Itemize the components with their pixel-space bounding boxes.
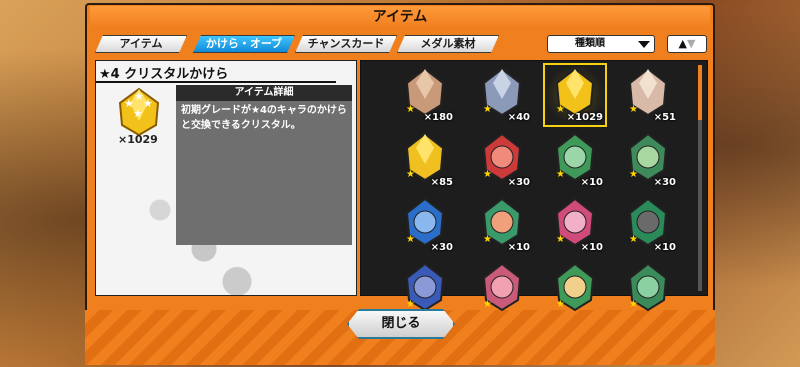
crystal-icon: ★: [405, 67, 445, 117]
item-count: ×10: [653, 242, 676, 253]
item-cell-shard-usopp[interactable]: ★ ×30: [618, 130, 678, 190]
character-shard-icon: ★: [555, 262, 595, 312]
item-count: ×30: [507, 177, 530, 188]
svg-text:★: ★: [406, 234, 415, 245]
item-cell-crystal-bronze[interactable]: ★ ×180: [395, 65, 455, 125]
crystal-icon: ★: [555, 67, 595, 117]
character-shard-icon: ★: [482, 262, 522, 312]
tab-medal-materials[interactable]: メダル素材: [397, 35, 499, 53]
sort-dropdown-value: 種類順: [575, 38, 605, 49]
item-cell-shard-nami[interactable]: ★ ×10: [472, 195, 532, 255]
grid-scrollbar-thumb[interactable]: [698, 65, 702, 120]
character-shard-icon: ★: [405, 262, 445, 312]
svg-text:★: ★: [406, 104, 415, 115]
svg-text:★: ★: [629, 234, 638, 245]
svg-text:★: ★: [629, 104, 638, 115]
svg-text:★: ★: [556, 104, 565, 115]
tab-items[interactable]: アイテム: [95, 35, 187, 53]
item-cell-shard-sanji[interactable]: ★ ×30: [395, 195, 455, 255]
svg-text:★: ★: [406, 169, 415, 180]
item-cell-shard-robin[interactable]: ★ ×10: [618, 195, 678, 255]
tab-shards-orbs[interactable]: かけら・オーブ: [193, 35, 295, 53]
arrow-up-icon: ▲: [678, 37, 687, 50]
tab-chance-cards[interactable]: チャンスカード: [295, 35, 397, 53]
svg-text:★: ★: [629, 299, 638, 310]
character-shard-icon: ★: [628, 262, 668, 312]
item-count: ×180: [423, 112, 453, 123]
svg-text:★: ★: [556, 234, 565, 245]
character-shard-icon: ★: [482, 197, 522, 247]
item-cell-crystal-silver[interactable]: ★ ×40: [472, 65, 532, 125]
svg-text:★: ★: [556, 299, 565, 310]
svg-text:★: ★: [406, 299, 415, 310]
svg-text:★: ★: [483, 234, 492, 245]
item-count: ×10: [580, 242, 603, 253]
character-shard-icon: ★: [628, 132, 668, 182]
item-count: ×1029: [566, 112, 603, 123]
crystal-icon: ★: [405, 132, 445, 182]
close-button[interactable]: 閉じる: [347, 309, 455, 339]
item-count: ×85: [430, 177, 453, 188]
crystal-icon: ★: [482, 67, 522, 117]
gold-crystal-icon: ★ ★ ★ ★: [118, 87, 160, 137]
item-cell-crystal-sun[interactable]: ★ ×85: [395, 130, 455, 190]
item-cell-crystal-rainbow[interactable]: ★ ×51: [618, 65, 678, 125]
svg-text:★: ★: [483, 169, 492, 180]
window-title: アイテム: [90, 6, 710, 28]
item-count: ×40: [507, 112, 530, 123]
selected-item-count: ×1029: [118, 133, 158, 146]
item-count: ×10: [580, 177, 603, 188]
item-cell-shard-4[interactable]: ★: [618, 260, 678, 320]
item-count: ×30: [430, 242, 453, 253]
item-count: ×10: [507, 242, 530, 253]
item-detail-panel: ★4 クリスタルかけら ★ ★ ★ ★ ×1029 アイテム詳細 初期グレードが…: [95, 60, 357, 296]
character-shard-icon: ★: [482, 132, 522, 182]
svg-text:★: ★: [483, 104, 492, 115]
item-cell-shard-3[interactable]: ★: [545, 260, 605, 320]
crystal-icon: ★: [628, 67, 668, 117]
svg-text:★: ★: [629, 169, 638, 180]
item-cell-crystal-gold[interactable]: ★ ×1029: [543, 63, 607, 127]
item-description: 初期グレードが★4のキャラのかけらと交換できるクリスタル。: [176, 101, 352, 245]
divider: [96, 81, 336, 83]
svg-text:★: ★: [143, 97, 153, 110]
sort-order-toggle[interactable]: ▲▼: [667, 35, 707, 53]
chevron-down-icon: [638, 41, 650, 48]
item-cell-shard-zoro[interactable]: ★ ×10: [545, 130, 605, 190]
item-cell-shard-2[interactable]: ★: [472, 260, 532, 320]
character-shard-icon: ★: [405, 197, 445, 247]
tab-bar: アイテム かけら・オーブ チャンスカード メダル素材 種類順 ▲▼: [95, 33, 707, 55]
item-count: ×30: [653, 177, 676, 188]
detail-header: アイテム詳細: [176, 85, 352, 101]
item-cell-shard-luffy[interactable]: ★ ×30: [472, 130, 532, 190]
item-count: ×51: [653, 112, 676, 123]
arrow-down-icon: ▼: [687, 37, 696, 50]
character-shard-icon: ★: [555, 132, 595, 182]
svg-text:★: ★: [556, 169, 565, 180]
character-shard-icon: ★: [628, 197, 668, 247]
character-shard-icon: ★: [555, 197, 595, 247]
sort-dropdown[interactable]: 種類順: [547, 35, 655, 53]
item-cell-shard-chopper[interactable]: ★ ×10: [545, 195, 605, 255]
svg-text:★: ★: [133, 107, 143, 120]
svg-text:★: ★: [483, 299, 492, 310]
selected-item-name: ★4 クリスタルかけら: [99, 67, 229, 82]
